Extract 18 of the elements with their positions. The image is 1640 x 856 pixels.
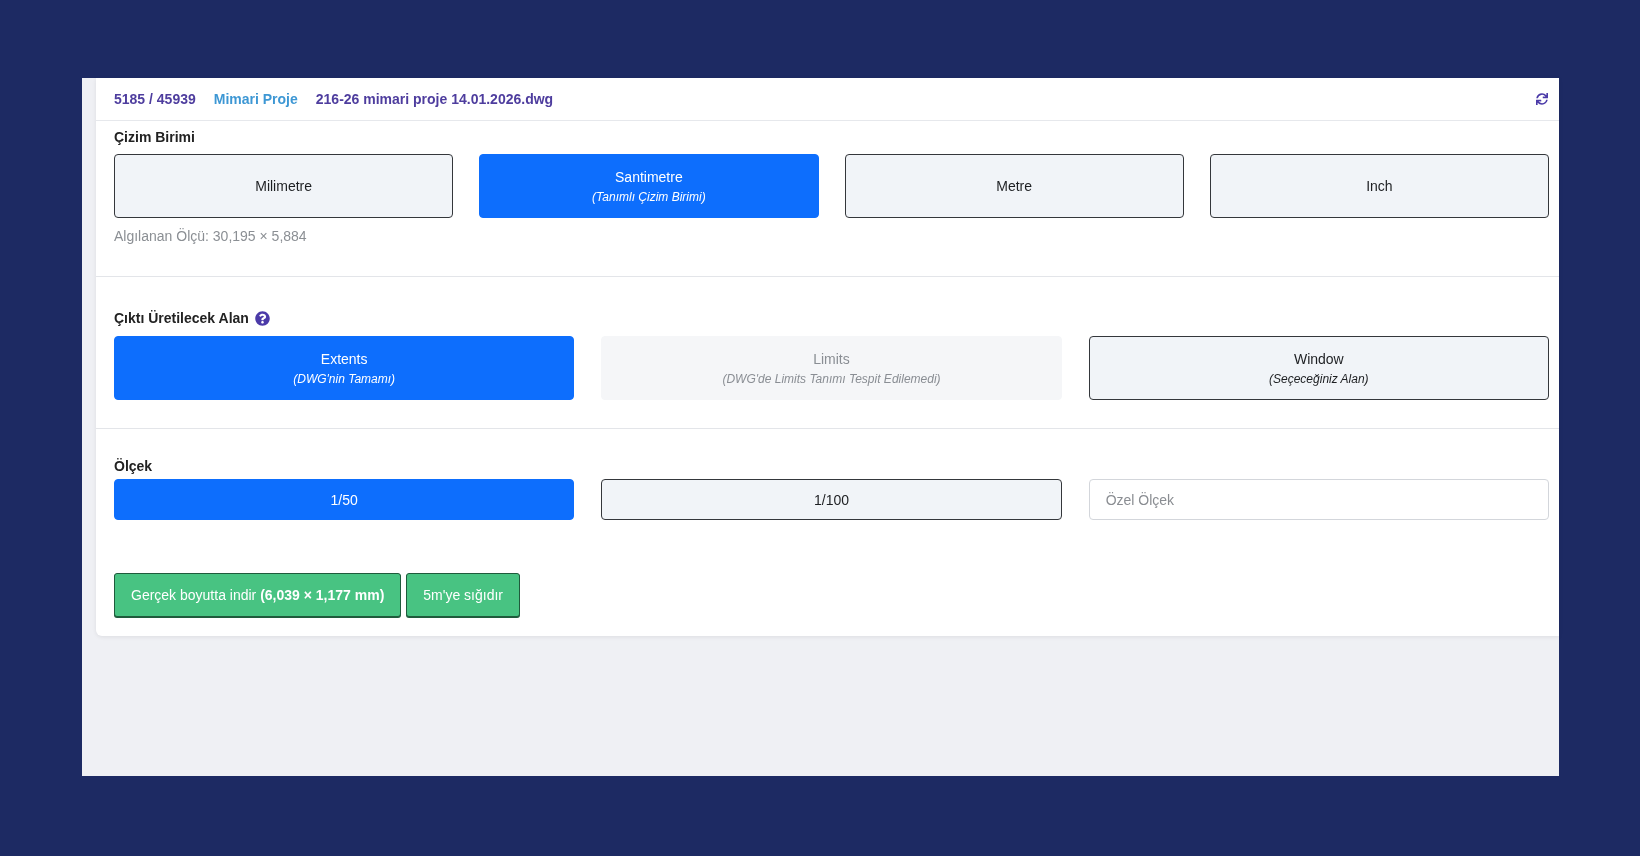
section-label: Ölçek: [114, 458, 153, 475]
detected-size-text: Algılanan Ölçü: 30,195 × 5,884: [114, 228, 308, 245]
section-label: Çizim Birimi: [114, 129, 195, 146]
scale-option-button[interactable]: 1/100: [601, 479, 1062, 520]
record-count: 5185 / 45939: [114, 91, 196, 107]
unit-option-button[interactable]: Inch: [1209, 154, 1549, 218]
unit-option-button[interactable]: Santimetre (Tanımlı Çizim Birimi): [479, 154, 819, 218]
section-label: Çıktı Üretilecek Alan: [114, 310, 249, 327]
file-name: 216-26 mimari proje 14.01.2026.dwg: [315, 91, 554, 107]
area-option-button[interactable]: Extents (DWG'nin Tamamı): [114, 336, 575, 400]
area-option-button[interactable]: Window (Seçeceğiniz Alan): [1088, 336, 1549, 400]
help-icon[interactable]: [254, 311, 270, 326]
refresh-icon[interactable]: [1536, 93, 1548, 105]
custom-scale-input[interactable]: Özel Ölçek: [1088, 479, 1549, 520]
scale-option-button[interactable]: 1/50: [114, 479, 575, 520]
unit-option-button[interactable]: Metre: [844, 154, 1184, 218]
unit-option-button[interactable]: Milimetre: [114, 154, 454, 218]
project-link[interactable]: Mimari Proje: [213, 91, 298, 107]
